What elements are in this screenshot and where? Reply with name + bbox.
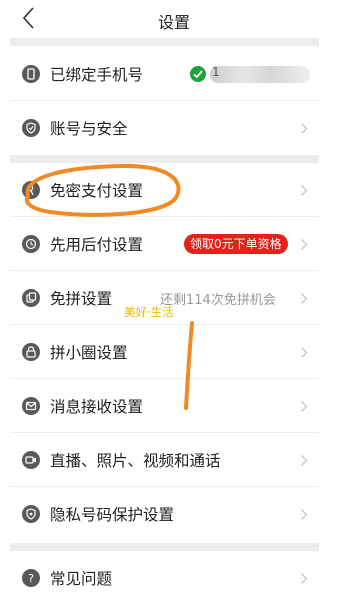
settings-item-label: 免密支付设置 [50, 182, 144, 200]
lock-icon [22, 343, 40, 361]
mail-icon [22, 397, 40, 415]
chevron-right-icon [301, 293, 308, 304]
privacy-icon [22, 505, 40, 523]
key-icon [22, 181, 40, 199]
remaining-count-hint: 还剩114次免拼机会 [160, 293, 276, 308]
phone-icon [22, 65, 40, 83]
header: 设置 [0, 0, 348, 38]
settings-item-faq[interactable]: ? 常见问题 [10, 551, 319, 605]
chevron-right-icon [301, 347, 308, 358]
pay-later-icon [22, 235, 40, 253]
question-icon: ? [22, 569, 40, 587]
settings-item-label: 拼小圈设置 [50, 344, 128, 362]
chevron-right-icon [301, 509, 308, 520]
chevron-right-icon [301, 239, 308, 250]
section-divider [10, 155, 319, 163]
settings-item-privacy-number[interactable]: 隐私号码保护设置 [10, 487, 319, 541]
settings-item-label: 先用后付设置 [50, 236, 144, 254]
video-icon [22, 451, 40, 469]
settings-item-message-receiving[interactable]: 消息接收设置 [10, 379, 319, 433]
settings-item-label: 免拼设置 [50, 290, 113, 308]
svg-text:?: ? [28, 572, 34, 585]
section-divider [10, 543, 319, 551]
section-divider [10, 38, 319, 46]
settings-item-label: 隐私号码保护设置 [50, 506, 175, 524]
chevron-right-icon [301, 401, 308, 412]
settings-item-pin-circle[interactable]: 拼小圈设置 [10, 325, 319, 379]
settings-item-label: 已绑定手机号 [50, 66, 144, 84]
verified-check-icon [190, 66, 206, 82]
chevron-right-icon [301, 573, 308, 584]
chevron-right-icon [301, 455, 308, 466]
settings-item-bound-phone[interactable]: 已绑定手机号 1 [10, 47, 319, 101]
settings-item-label: 常见问题 [50, 570, 113, 588]
settings-item-label: 消息接收设置 [50, 398, 144, 416]
settings-item-label: 账号与安全 [50, 120, 128, 138]
settings-item-password-free-payment[interactable]: 免密支付设置 [10, 163, 319, 217]
group-buy-icon [22, 289, 40, 307]
settings-item-live-photo-video-call[interactable]: 直播、照片、视频和通话 [10, 433, 319, 487]
settings-item-pay-later[interactable]: 先用后付设置 领取0元下单资格 [10, 217, 319, 271]
settings-item-label: 直播、照片、视频和通话 [50, 452, 221, 470]
phone-number-visible: 1 [212, 65, 220, 79]
shield-check-icon [22, 119, 40, 137]
watermark: 美好·生活 [124, 305, 174, 319]
settings-item-account-security[interactable]: 账号与安全 [10, 101, 319, 155]
chevron-right-icon [301, 185, 308, 196]
chevron-right-icon [301, 123, 308, 134]
promo-badge[interactable]: 领取0元下单资格 [184, 234, 288, 254]
blurred-phone-number [210, 66, 310, 83]
page-title: 设置 [157, 13, 190, 32]
